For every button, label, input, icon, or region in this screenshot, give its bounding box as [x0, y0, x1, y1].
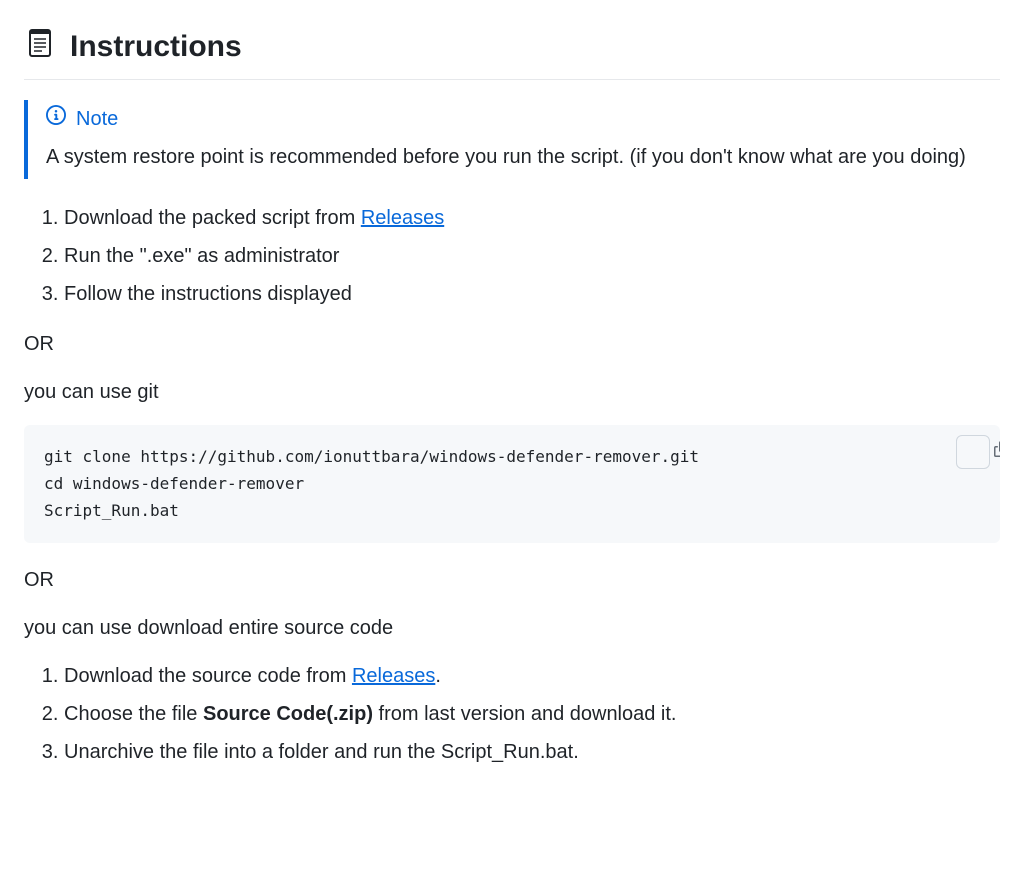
- info-icon: [46, 104, 66, 134]
- note-body: A system restore point is recommended be…: [46, 142, 1000, 173]
- releases-link[interactable]: Releases: [352, 665, 435, 687]
- code-content: git clone https://github.com/ionuttbara/…: [44, 447, 699, 520]
- list-item-text: Choose the file: [64, 703, 203, 725]
- notepad-icon: [24, 27, 56, 67]
- section-heading: Instructions: [70, 24, 242, 69]
- or-separator: OR: [24, 329, 1000, 359]
- releases-link[interactable]: Releases: [361, 207, 444, 229]
- list-item: Follow the instructions displayed: [64, 279, 1000, 309]
- note-title-row: Note: [46, 104, 1000, 134]
- steps-list-1: Download the packed script from Releases…: [24, 203, 1000, 309]
- source-intro-text: you can use download entire source code: [24, 613, 1000, 643]
- list-item-text: from last version and download it.: [373, 703, 677, 725]
- list-item: Choose the file Source Code(.zip) from l…: [64, 699, 1000, 729]
- steps-list-2: Download the source code from Releases. …: [24, 661, 1000, 767]
- list-item-strong: Source Code(.zip): [203, 703, 373, 725]
- list-item: Download the source code from Releases.: [64, 661, 1000, 691]
- or-separator: OR: [24, 565, 1000, 595]
- code-block: git clone https://github.com/ionuttbara/…: [24, 425, 1000, 543]
- list-item-text: Download the source code from: [64, 665, 352, 687]
- list-item-text: .: [435, 665, 441, 687]
- section-heading-row: Instructions: [24, 24, 1000, 80]
- copy-button[interactable]: [956, 435, 990, 469]
- list-item: Unarchive the file into a folder and run…: [64, 737, 1000, 767]
- note-label: Note: [76, 104, 118, 134]
- list-item-text: Download the packed script from: [64, 207, 361, 229]
- note-callout: Note A system restore point is recommend…: [24, 100, 1000, 179]
- git-intro-text: you can use git: [24, 377, 1000, 407]
- copy-icon: [936, 425, 1000, 493]
- list-item: Download the packed script from Releases: [64, 203, 1000, 233]
- list-item: Run the ".exe" as administrator: [64, 241, 1000, 271]
